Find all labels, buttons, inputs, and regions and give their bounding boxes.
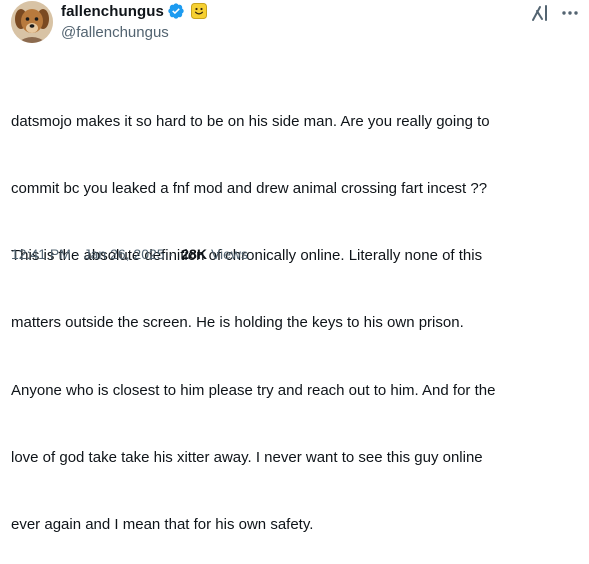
tweet-text-line: ever again and I mean that for his own s… — [11, 516, 314, 534]
tweet-text-line: matters outside the screen. He is holdin… — [11, 314, 464, 332]
avatar[interactable] — [11, 1, 53, 43]
views-label: Views — [210, 246, 249, 262]
tweet-time[interactable]: 12:41 PM — [11, 246, 71, 262]
meta-separator: · — [74, 246, 80, 262]
tweet-meta: 12:41 PM · Jan 26, 2025 · 28K Views — [11, 246, 248, 262]
tweet-text-line: Anyone who is closest to him please try … — [11, 381, 496, 399]
grok-icon[interactable] — [531, 4, 549, 22]
tweet-text-line: love of god take take his xitter away. I… — [11, 448, 483, 466]
tweet-card: fallenchungus @fallenchungus datsmojo ma… — [0, 0, 589, 533]
author-handle[interactable]: @fallenchungus — [61, 24, 169, 41]
tweet-text: datsmojo makes it so hard to be on his s… — [11, 66, 579, 564]
author-name-row: fallenchungus — [61, 1, 207, 21]
tweet-text-line: commit bc you leaked a fnf mod and drew … — [11, 180, 488, 198]
more-options-icon[interactable] — [561, 6, 579, 18]
meta-separator: · — [168, 246, 174, 262]
tweet-date[interactable]: Jan 26, 2025 — [84, 246, 165, 262]
smiling-face-emoji-icon — [190, 3, 207, 19]
views-count: 28K — [181, 246, 207, 262]
tweet-text-line: datsmojo makes it so hard to be on his s… — [11, 112, 490, 130]
dog-avatar-image — [11, 1, 53, 43]
author-display-name[interactable]: fallenchungus — [61, 3, 164, 20]
verified-badge-icon[interactable] — [167, 2, 185, 20]
